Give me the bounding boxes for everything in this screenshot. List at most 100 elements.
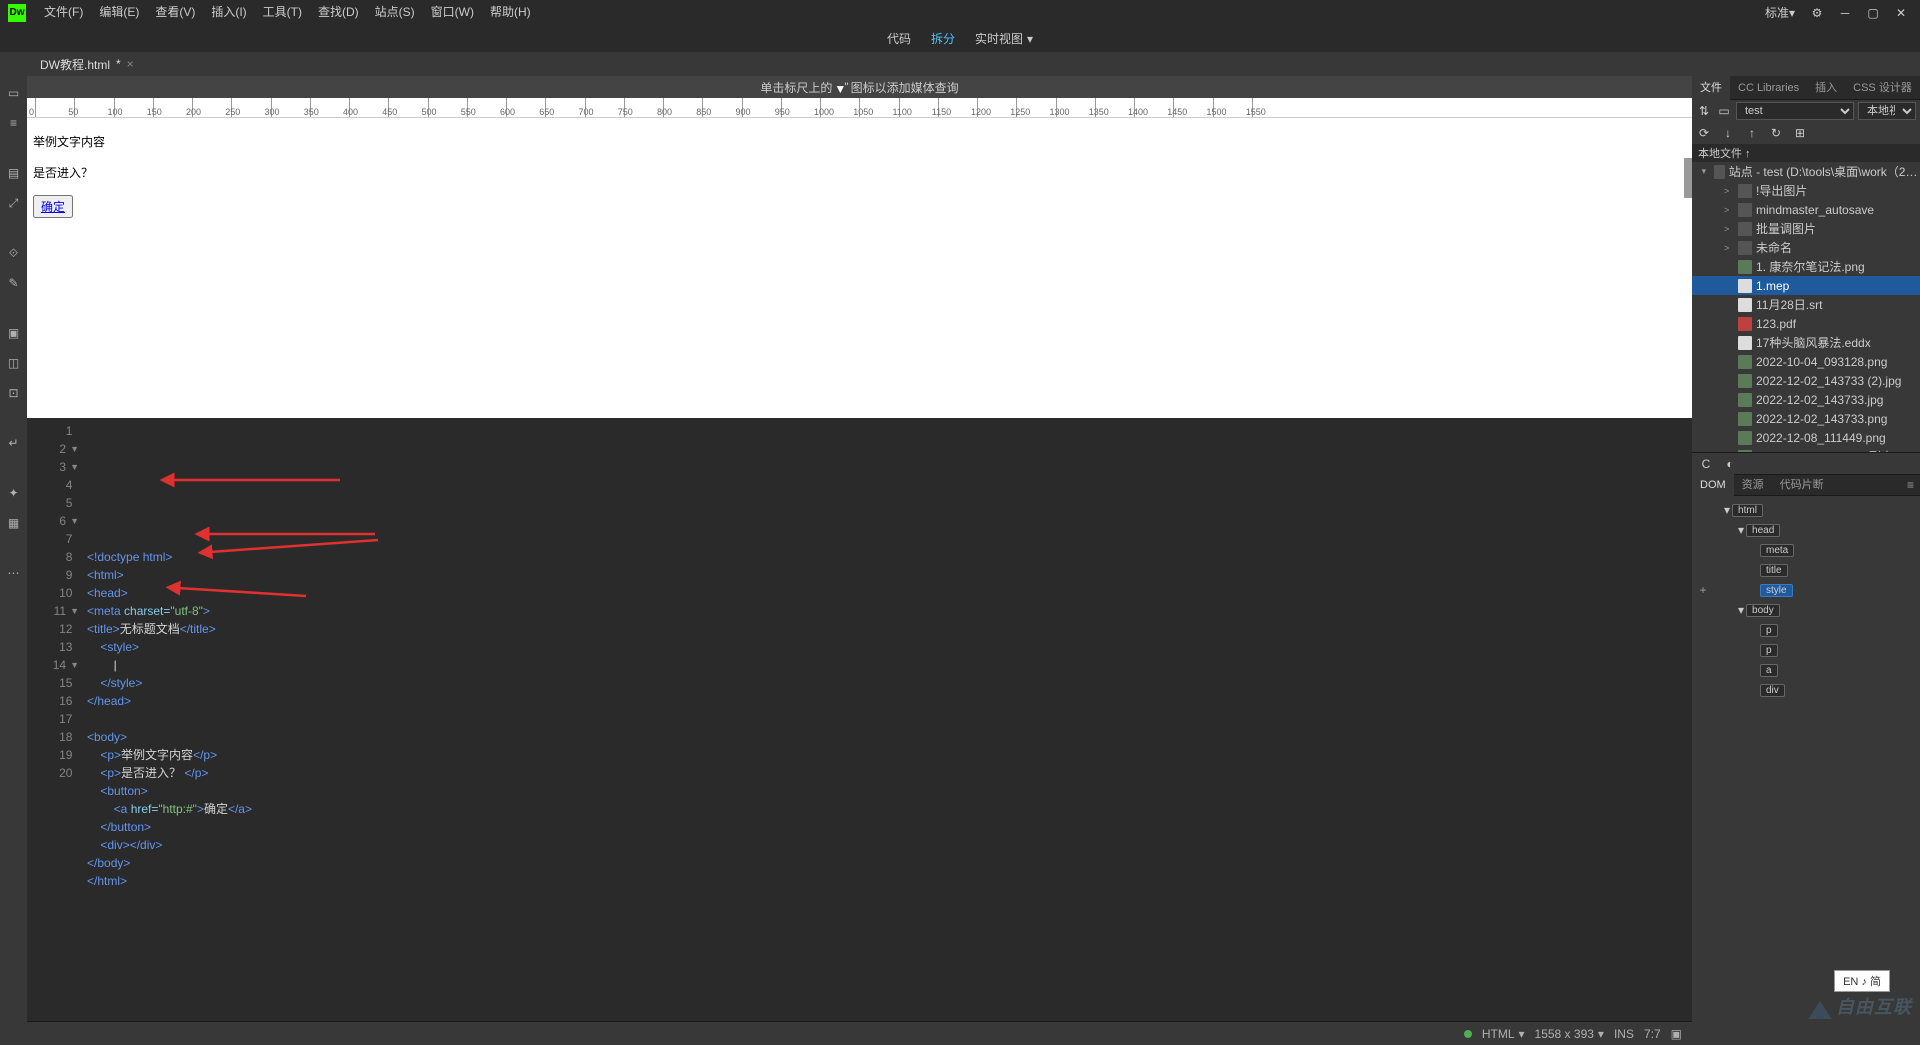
tree-item[interactable]: >!导出图片 [1692,181,1920,200]
img-icon [1738,374,1752,388]
connect-icon[interactable]: ⟳ [1696,125,1712,141]
preview-paragraph: 举例文字内容 [33,133,1686,150]
sync-icon[interactable]: ↻ [1768,125,1784,141]
tree-item[interactable]: 17种头脑风暴法.eddx [1692,333,1920,352]
panel-tab[interactable]: CC Libraries [1730,76,1807,100]
dom-node[interactable]: a [1696,660,1916,680]
tree-item[interactable]: >mindmaster_autosave [1692,200,1920,219]
put-icon[interactable]: ↑ [1744,125,1760,141]
dom-node[interactable]: p [1696,640,1916,660]
watermark: 自由互联 [1808,993,1912,1019]
minimize-icon[interactable]: ─ [1831,2,1859,24]
split-view-button[interactable]: 拆分 [921,30,965,47]
panel-menu-icon[interactable]: ≡ [1901,478,1920,492]
status-insert-mode: INS [1614,1027,1634,1041]
preview-button[interactable]: 确定 [33,195,73,218]
maximize-icon[interactable]: ▢ [1859,2,1887,24]
code-editor[interactable]: 1 2▼3▼4 5 6▼7 8 9 10 11▼12 13 14▼15 16 1… [27,418,1692,1021]
close-icon[interactable]: ✕ [1887,2,1915,24]
more-icon[interactable]: ⋯ [5,564,23,582]
tree-item[interactable]: 2022-12-08_111449.png [1692,428,1920,447]
dom-node[interactable]: ▾head [1696,520,1916,540]
file-icon [1738,298,1752,312]
tree-item[interactable]: 123.pdf [1692,314,1920,333]
expand-icon[interactable]: ⤢ [5,194,23,212]
code-view-button[interactable]: 代码 [877,30,921,47]
img-icon [1738,393,1752,407]
files-toolbar-2: ⟳ ↓ ↑ ↻ ⊞ [1692,122,1920,144]
live-view-button[interactable]: 实时视图▾ [965,30,1043,47]
refresh-icon[interactable]: C [1698,456,1714,472]
code-nav-icon[interactable]: ≡ [5,114,23,132]
status-sync-icon[interactable] [1464,1030,1472,1038]
dom-node[interactable]: +style [1696,580,1916,600]
tree-item[interactable]: >未命名 [1692,238,1920,257]
local-files-header[interactable]: 本地文件 ↑ [1692,144,1920,162]
tree-root[interactable]: ▾ 站点 - test (D:\tools\桌面\work（2）\work (1… [1692,162,1920,181]
tree-item[interactable]: 2022-12-02_143733.png [1692,409,1920,428]
menu-item[interactable]: 编辑(E) [91,0,147,25]
menu-item[interactable]: 窗口(W) [423,0,482,25]
status-preview-icon[interactable]: ▣ [1671,1027,1682,1041]
menu-item[interactable]: 站点(S) [367,0,423,25]
menu-item[interactable]: 文件(F) [36,0,91,25]
tree-item[interactable]: 11月28日.srt [1692,295,1920,314]
ime-indicator[interactable]: EN ♪ 简 [1834,970,1890,992]
panel-tab[interactable]: 插入 [1807,76,1845,100]
live-preview-pane[interactable]: 举例文字内容 是否进入？ 确定 [27,118,1692,418]
live-code-icon[interactable]: ⟐ [5,244,23,262]
dom-node[interactable]: p [1696,620,1916,640]
tree-item[interactable]: 1. 康奈尔笔记法.png [1692,257,1920,276]
menu-item[interactable]: 插入(I) [203,0,254,25]
menu-item[interactable]: 查看(V) [147,0,203,25]
ruler[interactable]: 0501001502002503003504004505005506006507… [27,98,1692,118]
inspect-icon[interactable]: ✎ [5,274,23,292]
tree-item[interactable]: >批量调图片 [1692,219,1920,238]
add-icon[interactable]: + [1696,583,1710,597]
server-icon[interactable]: ▭ [1716,103,1732,119]
collapse-icon[interactable]: ▣ [5,324,23,342]
tree-item[interactable]: 2022-10-04_093128.png [1692,352,1920,371]
file-management-icon[interactable]: ▭ [5,84,23,102]
document-tab[interactable]: DW教程.html* × [30,53,144,76]
dom-node[interactable]: meta [1696,540,1916,560]
get-icon[interactable]: ↓ [1720,125,1736,141]
syntax-icon[interactable]: ▦ [5,514,23,532]
dom-panel-tab[interactable]: 资源 [1734,473,1772,497]
menu-item[interactable]: 查找(D) [310,0,367,25]
log-icon[interactable]: ◐ [1722,456,1738,472]
status-dimensions[interactable]: 1558 x 393 ▾ [1535,1027,1604,1041]
dom-node[interactable]: ▾body [1696,600,1916,620]
view-select[interactable]: 本地视图 [1858,102,1916,120]
dom-node[interactable]: div [1696,680,1916,700]
wrap-icon[interactable]: ↵ [5,434,23,452]
panel-tab[interactable]: 文件 [1692,76,1730,100]
img-icon [1738,355,1752,369]
ftp-icon[interactable]: ⇅ [1696,103,1712,119]
highlight-icon[interactable]: ✦ [5,484,23,502]
panel-tab[interactable]: CSS 设计器 [1845,76,1920,100]
files-toolbar: ⇅ ▭ test 本地视图 [1692,100,1920,122]
tree-item[interactable]: 2022-12-02_143733 (2).jpg [1692,371,1920,390]
file-tree[interactable]: ▾ 站点 - test (D:\tools\桌面\work（2）\work (1… [1692,162,1920,452]
dom-node[interactable]: ▾html [1696,500,1916,520]
settings-icon[interactable]: ⚙ [1803,2,1831,24]
workspace-dropdown[interactable]: 标准 ▾ [1757,4,1803,21]
img-icon [1738,431,1752,445]
expand-icon[interactable]: ⊞ [1792,125,1808,141]
dom-tree[interactable]: ▾html▾headmetatitle+style▾bodyppadiv [1692,496,1920,1045]
tab-close-icon[interactable]: × [127,57,134,71]
menu-item[interactable]: 帮助(H) [482,0,539,25]
menu-item[interactable]: 工具(T) [255,0,310,25]
status-language[interactable]: HTML ▾ [1482,1027,1525,1041]
scrollbar[interactable] [1684,158,1692,198]
dom-node[interactable]: title [1696,560,1916,580]
dom-panel-tab[interactable]: DOM [1692,473,1734,497]
tree-item[interactable]: 1.mep [1692,276,1920,295]
show-code-icon[interactable]: ▤ [5,164,23,182]
dom-panel-tab[interactable]: 代码片断 [1772,473,1832,497]
tree-item[interactable]: 2022-12-02_143733.jpg [1692,390,1920,409]
comment-icon[interactable]: ⊡ [5,384,23,402]
format-icon[interactable]: ◫ [5,354,23,372]
site-select[interactable]: test [1736,102,1854,120]
